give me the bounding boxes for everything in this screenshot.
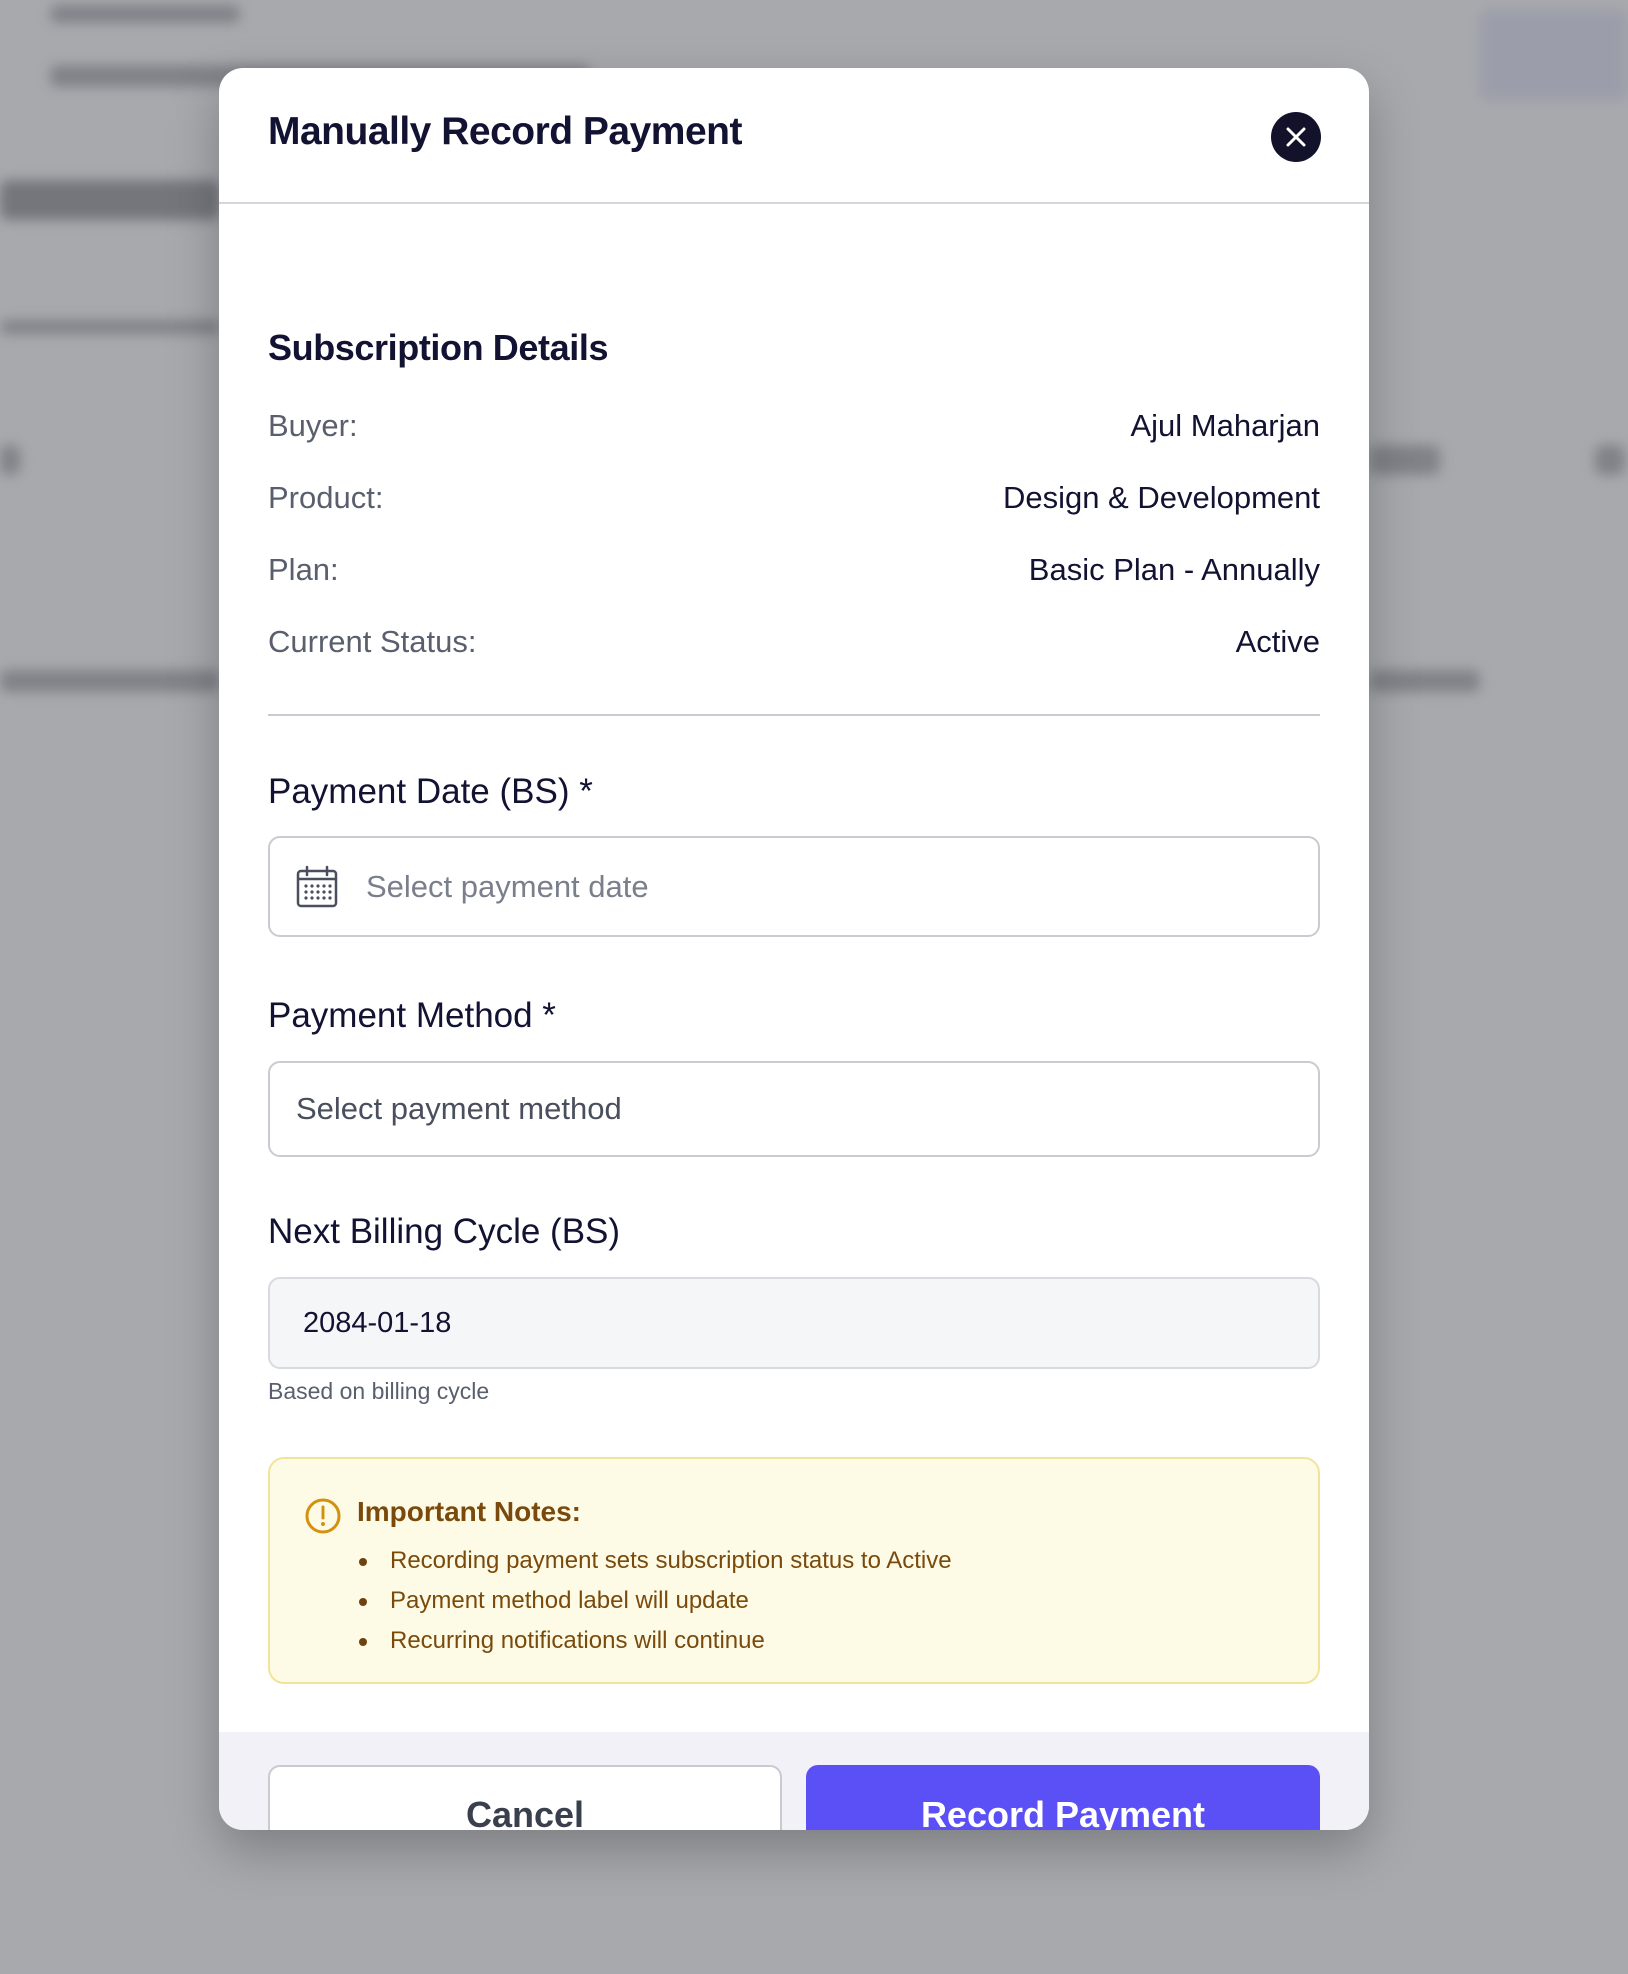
divider (268, 714, 1320, 716)
notes-title: Important Notes: (357, 1496, 581, 1527)
alert-circle-icon (305, 1498, 341, 1534)
detail-row-product: Product: Design & Development (268, 476, 1320, 520)
close-button[interactable] (1271, 112, 1321, 162)
detail-label: Buyer: (268, 408, 358, 443)
modal-header: Manually Record Payment (219, 68, 1369, 204)
important-notes: Important Notes: Recording payment sets … (268, 1457, 1320, 1684)
next-billing-label: Next Billing Cycle (BS) (268, 1212, 621, 1251)
detail-value: Basic Plan - Annually (1028, 552, 1320, 587)
note-item: Payment method label will update (357, 1581, 952, 1621)
modal-title: Manually Record Payment (268, 110, 742, 153)
payment-date-placeholder: Select payment date (366, 868, 649, 904)
next-billing-field: 2084-01-18 (268, 1277, 1320, 1369)
detail-row-plan: Plan: Basic Plan - Annually (268, 548, 1320, 592)
section-title: Subscription Details (268, 327, 609, 368)
note-item: Recording payment sets subscription stat… (357, 1541, 952, 1581)
payment-method-label: Payment Method * (268, 996, 556, 1035)
record-payment-button[interactable]: Record Payment (806, 1765, 1320, 1830)
note-item: Recurring notifications will continue (357, 1621, 952, 1661)
detail-label: Product: (268, 480, 384, 515)
payment-method-select[interactable]: Select payment method (268, 1061, 1320, 1157)
detail-value: Ajul Maharjan (1130, 408, 1320, 443)
payment-method-placeholder: Select payment method (296, 1091, 622, 1126)
detail-row-status: Current Status: Active (268, 620, 1320, 664)
detail-row-buyer: Buyer: Ajul Maharjan (268, 404, 1320, 448)
cancel-button[interactable]: Cancel (268, 1765, 782, 1830)
detail-label: Current Status: (268, 624, 477, 659)
detail-value: Active (1235, 624, 1320, 659)
record-payment-modal: Manually Record Payment Subscription Det… (219, 68, 1369, 1830)
detail-value: Design & Development (1002, 480, 1320, 515)
close-icon (1286, 127, 1306, 147)
calendar-icon (296, 865, 338, 907)
payment-date-input[interactable]: Select payment date (268, 836, 1320, 937)
next-billing-help: Based on billing cycle (268, 1378, 490, 1404)
notes-list: Recording payment sets subscription stat… (357, 1541, 952, 1661)
detail-label: Plan: (268, 552, 339, 587)
payment-date-label: Payment Date (BS) * (268, 772, 593, 811)
next-billing-value: 2084-01-18 (303, 1306, 452, 1339)
